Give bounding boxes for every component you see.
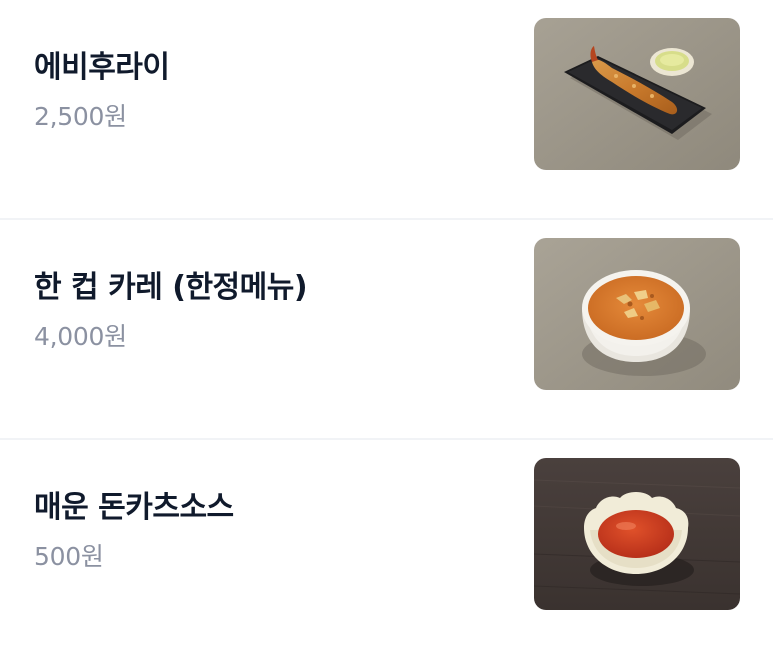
menu-item-price: 4,000원 bbox=[34, 322, 127, 351]
menu-item-spicy-tonkatsu-sauce[interactable]: 매운 돈카츠소스 500원 bbox=[0, 440, 773, 660]
menu-item-price: 2,500원 bbox=[34, 102, 127, 131]
spicy-sauce-photo bbox=[534, 458, 740, 610]
menu-item-name: 에비후라이 bbox=[34, 50, 170, 85]
menu-item-name: 매운 돈카츠소스 bbox=[34, 490, 234, 525]
menu-list: 에비후라이 2,500원 한 컵 카레 (한정메뉴) 4,000원 매운 돈카츠… bbox=[0, 0, 773, 660]
menu-item-price: 500원 bbox=[34, 542, 104, 571]
menu-item-text: 에비후라이 2,500원 bbox=[34, 48, 170, 134]
menu-item-ebi-fry[interactable]: 에비후라이 2,500원 bbox=[0, 0, 773, 220]
curry-cup-photo bbox=[534, 238, 740, 390]
menu-item-text: 한 컵 카레 (한정메뉴) 4,000원 bbox=[34, 268, 308, 354]
fried-shrimp-photo bbox=[534, 18, 740, 170]
menu-item-text: 매운 돈카츠소스 500원 bbox=[34, 488, 234, 574]
menu-item-curry-cup[interactable]: 한 컵 카레 (한정메뉴) 4,000원 bbox=[0, 220, 773, 440]
menu-item-name: 한 컵 카레 (한정메뉴) bbox=[34, 270, 308, 305]
